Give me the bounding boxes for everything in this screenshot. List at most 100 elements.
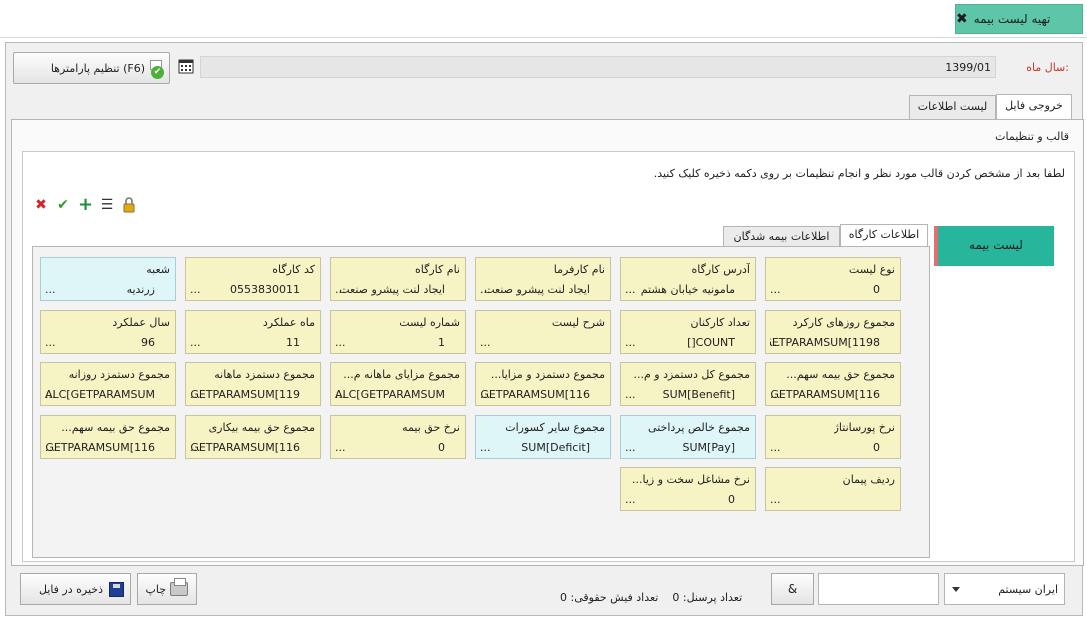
document-tab-title: تهیه لیست بیمه [973,12,1051,26]
field-card[interactable]: آدرس کارگاه مامونیه خیابان هشتم... [620,257,756,301]
print-button-label: چاپ [145,582,166,596]
field-card-label: کد کارگاه [272,263,315,276]
field-card[interactable]: مجموع مزایای ماهانه م... CALC[GETPARAMSUM… [330,362,466,406]
field-card-more-button[interactable]: ... [625,336,636,349]
field-card[interactable]: شماره لیست 1... [330,310,466,354]
field-card-more-button[interactable]: ... [625,441,636,454]
field-card-label: نام کارگاه [415,263,460,276]
field-card[interactable]: سال عملکرد 96... [40,310,176,354]
field-card-label: نرخ مشاغل سخت و زیا... [631,473,750,486]
field-card-label: مجموع دستمزد روزانه [68,368,170,381]
tab-insured-info[interactable]: اطلاعات بیمه شدگان [723,226,840,248]
top-bar [0,0,1087,38]
year-month-field[interactable]: 1399/01 [200,56,996,78]
field-card[interactable]: مجموع خالص پرداختی SUM[Pay]... [620,415,756,459]
field-card[interactable]: مجموع حق بیمه سهم... GETPARAMSUM[116... [40,415,176,459]
amp-button[interactable]: & [771,573,814,605]
field-card-more-button[interactable]: ... [190,283,201,296]
field-card-label: مجموع دستمزد ماهانه [214,368,315,381]
params-button[interactable]: تنظیم پارامترها (F6) ✔ [13,52,170,84]
field-card-value: CALC[GETPARAMSUM [335,388,445,401]
field-card-value: زرندیه [126,283,155,296]
field-card-more-button[interactable]: ... [625,283,636,296]
field-card-more-button[interactable]: ... [770,283,781,296]
personnel-count-label: تعداد پرسنل: [682,591,743,604]
field-card-value: GETPARAMSUM[116 [770,388,880,401]
field-card[interactable]: نرخ حق بیمه 0... [330,415,466,459]
counts-summary: تعداد پرسنل: 0 تعداد فیش حقوقی: 0 [560,591,742,604]
field-card[interactable]: نام کارفرما ایجاد لنت پیشرو صنعت... [475,257,611,301]
list-item-insurance-list[interactable]: لیست بیمه [934,226,1054,266]
document-tab[interactable]: تهیه لیست بیمه ✖ [955,4,1083,34]
field-card-more-button[interactable]: ... [190,441,201,454]
field-card[interactable]: مجموع حق بیمه بیکاری GETPARAMSUM[116... [185,415,321,459]
save-to-file-button[interactable]: ذخیره در فایل [20,573,131,605]
field-card-more-button[interactable]: ... [335,283,346,296]
field-card[interactable]: نوع لیست 0... [765,257,901,301]
field-card-more-button[interactable]: ... [770,441,781,454]
field-card-more-button[interactable]: ... [190,336,201,349]
field-card-more-button[interactable]: ... [190,388,201,401]
field-card[interactable]: تعداد کارکنان COUNT[]... [620,310,756,354]
field-card-value: ایجاد لنت پیشرو صنعت [339,283,445,296]
lock-icon[interactable] [122,197,136,213]
field-card[interactable]: نام کارگاه ایجاد لنت پیشرو صنعت... [330,257,466,301]
delete-icon[interactable]: ✖ [34,198,48,212]
year-month-label: سال ماه: [1026,61,1069,74]
printer-icon [170,578,188,596]
field-card-more-button[interactable]: ... [335,336,346,349]
tab-file-output[interactable]: خروجی فایل [996,94,1072,120]
field-card[interactable]: مجموع دستمزد و مزایا... GETPARAMSUM[116..… [475,362,611,406]
field-card[interactable]: کد کارگاه 0553830011... [185,257,321,301]
field-card-more-button[interactable]: ... [45,441,56,454]
field-card-more-button[interactable]: ... [480,283,491,296]
field-card-value: 11 [286,336,300,349]
tab-info-list[interactable]: لیست اطلاعات [909,95,996,119]
field-card-value: GETPARAMSUM[1198 [770,336,880,349]
print-button[interactable]: چاپ [137,573,197,605]
field-card[interactable]: مجموع کل دستمزد و م... SUM[Benefit]... [620,362,756,406]
field-card[interactable]: مجموع حق بیمه سهم... GETPARAMSUM[116... [765,362,901,406]
field-card-more-button[interactable]: ... [625,493,636,506]
field-card-more-button[interactable]: ... [770,388,781,401]
field-card-more-button[interactable]: ... [770,493,781,506]
field-card-more-button[interactable]: ... [480,441,491,454]
field-card-value: 0 [438,441,445,454]
calendar-icon[interactable] [178,58,194,74]
field-card-value: مامونیه خیابان هشتم [640,283,735,296]
field-card-more-button[interactable]: ... [45,388,56,401]
field-card[interactable]: مجموع دستمزد روزانه CALC[GETPARAMSUM... [40,362,176,406]
add-icon[interactable]: + [78,196,93,214]
field-card[interactable]: مجموع روزهای کارکرد GETPARAMSUM[1198... [765,310,901,354]
field-card[interactable]: مجموع دستمزد ماهانه GETPARAMSUM[119... [185,362,321,406]
field-card[interactable]: مجموع سایر کسورات SUM[Deficit]... [475,415,611,459]
text-field[interactable] [818,573,939,605]
field-card[interactable]: شرح لیست... [475,310,611,354]
field-card[interactable]: ماه عملکرد 11... [185,310,321,354]
field-card[interactable]: نرخ پورسانتاژ 0... [765,415,901,459]
field-card-label: مجموع حق بیمه سهم... [786,368,895,381]
field-card-more-button[interactable]: ... [480,336,491,349]
confirm-icon[interactable]: ✔ [56,198,70,212]
field-card-more-button[interactable]: ... [770,336,781,349]
field-card-value: 0553830011 [230,283,300,296]
field-card-label: مجموع حق بیمه بیکاری [208,421,315,434]
system-select[interactable]: ایران سیستم [944,573,1065,605]
field-card-more-button[interactable]: ... [335,388,346,401]
field-card-label: سال عملکرد [112,316,170,329]
field-card-more-button[interactable]: ... [45,283,56,296]
field-card-value: GETPARAMSUM[116 [480,388,590,401]
field-card[interactable]: نرخ مشاغل سخت و زیا... 0... [620,467,756,511]
field-card-more-button[interactable]: ... [625,388,636,401]
field-card-label: مجموع روزهای کارکرد [792,316,895,329]
list-icon[interactable]: ☰ [100,198,114,212]
field-card[interactable]: شعبه زرندیه... [40,257,176,301]
field-card-label: نام کارفرما [553,263,605,276]
field-card[interactable]: ردیف پیمان... [765,467,901,511]
close-icon[interactable]: ✖ [956,11,968,27]
field-card-more-button[interactable]: ... [335,441,346,454]
check-badge-icon: ✔ [151,66,164,79]
payslip-count-label: تعداد فیش حقوقی: [570,591,659,604]
field-card-more-button[interactable]: ... [45,336,56,349]
field-card-more-button[interactable]: ... [480,388,491,401]
